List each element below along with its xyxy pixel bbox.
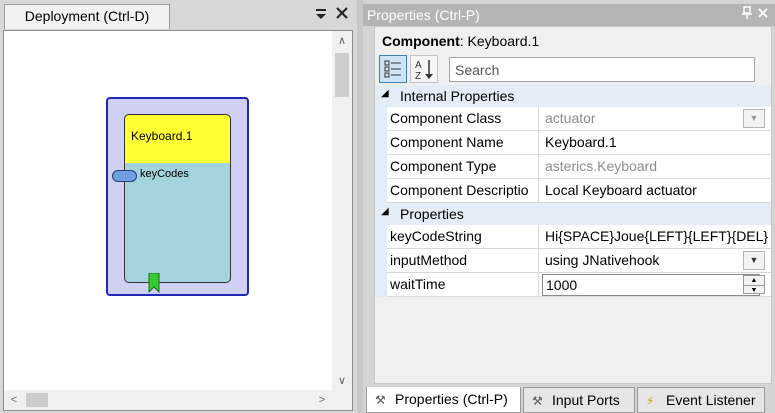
spin-up-icon[interactable]: ▲	[744, 276, 764, 285]
component-body	[124, 163, 231, 283]
collapse-triangle-icon[interactable]: ◢	[381, 206, 389, 217]
pin-icon[interactable]	[739, 6, 755, 24]
section-label: Properties	[400, 206, 464, 222]
component-title: Keyboard.1	[131, 129, 193, 143]
waittime-input[interactable]: 1000	[542, 274, 760, 296]
tab-input-ports[interactable]: ⚒ Input Ports	[523, 387, 635, 413]
vertical-scrollbar[interactable]: ∧ ∨	[332, 31, 352, 391]
property-value[interactable]: Keyboard.1	[542, 131, 771, 155]
tab-deployment[interactable]: Deployment (Ctrl-D)	[4, 4, 170, 29]
dropdown-arrow-icon: ▼	[743, 109, 765, 128]
properties-header: Properties (Ctrl-P)	[363, 4, 775, 26]
numeric-spinner[interactable]: ▲ ▼	[743, 275, 765, 294]
deployment-canvas[interactable]: Keyboard.1 keyCodes	[4, 31, 332, 391]
spin-down-icon[interactable]: ▼	[744, 285, 764, 294]
vertical-scroll-thumb[interactable]	[335, 53, 349, 97]
property-name: keyCodeString	[387, 225, 539, 249]
property-row-component-class[interactable]: Component Class actuator ▼	[387, 107, 771, 131]
deployment-canvas-area: Keyboard.1 keyCodes ∧ ∨ < >	[3, 30, 353, 411]
input-port-keycodes[interactable]	[112, 170, 137, 182]
svg-text:A: A	[415, 60, 422, 71]
property-value[interactable]: using JNativehook	[542, 249, 771, 273]
pin-dropdown-icon[interactable]	[313, 6, 329, 24]
alphabetical-sort-button[interactable]: A Z	[410, 55, 438, 83]
input-ports-tab-icon: ⚒	[532, 394, 543, 408]
component-title-box: Keyboard.1	[124, 114, 231, 164]
event-listener-marker-icon[interactable]	[148, 273, 160, 293]
close-icon[interactable]	[334, 6, 350, 24]
properties-panel: Properties (Ctrl-P) Component: Keyboard.…	[363, 0, 775, 413]
property-name: Component Descriptio	[387, 179, 539, 203]
property-row-component-name[interactable]: Component Name Keyboard.1	[387, 131, 771, 155]
lightning-icon: ⚡	[646, 394, 655, 408]
dropdown-arrow-icon[interactable]: ▼	[743, 251, 765, 270]
scroll-up-icon[interactable]: ∧	[332, 31, 352, 51]
tab-label: Event Listener	[666, 392, 756, 408]
svg-text:Z: Z	[415, 71, 421, 82]
section-label: Internal Properties	[400, 88, 515, 104]
component-heading: Component: Keyboard.1	[382, 33, 539, 49]
deployment-header: Deployment (Ctrl-D)	[0, 0, 357, 30]
tab-label: Input Ports	[552, 392, 620, 408]
horizontal-scrollbar[interactable]: < >	[4, 390, 332, 410]
scroll-corner	[332, 390, 352, 410]
collapse-triangle-icon[interactable]: ◢	[381, 88, 389, 99]
property-value[interactable]: Local Keyboard actuator	[542, 179, 771, 203]
component-keyboard[interactable]: Keyboard.1 keyCodes	[106, 97, 249, 296]
deployment-panel: Deployment (Ctrl-D) Keyboard.1 keyCodes	[0, 0, 357, 413]
section-properties[interactable]: ◢ Properties	[375, 203, 771, 225]
property-row-inputmethod[interactable]: inputMethod using JNativehook ▼	[387, 249, 771, 273]
tab-event-listener[interactable]: ⚡ Event Listener	[637, 387, 765, 413]
search-input[interactable]	[449, 57, 755, 82]
input-port-label: keyCodes	[140, 168, 189, 180]
property-row-waittime[interactable]: waitTime 1000 ▲ ▼	[387, 273, 771, 297]
property-name: Component Class	[387, 107, 539, 131]
scroll-right-icon[interactable]: >	[312, 390, 332, 410]
properties-tab-icon: ⚒	[375, 393, 386, 407]
component-heading-value: : Keyboard.1	[459, 33, 540, 49]
property-row-component-description[interactable]: Component Descriptio Local Keyboard actu…	[387, 179, 771, 203]
scroll-down-icon[interactable]: ∨	[332, 371, 352, 391]
close-icon[interactable]	[755, 6, 771, 24]
tab-properties[interactable]: ⚒ Properties (Ctrl-P)	[366, 387, 521, 413]
property-grid: Component: Keyboard.1 A Z ◢ Internal Pro…	[374, 26, 772, 384]
property-value: asterics.Keyboard	[545, 158, 658, 174]
section-internal-properties[interactable]: ◢ Internal Properties	[375, 85, 771, 107]
property-row-keycodestring[interactable]: keyCodeString Hi{SPACE}Joue{LEFT}{LEFT}{…	[387, 225, 771, 249]
properties-header-title: Properties (Ctrl-P)	[367, 7, 480, 23]
property-value: actuator	[545, 110, 596, 126]
property-row-component-type[interactable]: Component Type asterics.Keyboard	[387, 155, 771, 179]
property-value[interactable]: Hi{SPACE}Joue{LEFT}{LEFT}{DEL}	[542, 225, 771, 249]
categorized-view-button[interactable]	[379, 55, 407, 83]
bottom-tab-strip: ⚒ Properties (Ctrl-P) ⚒ Input Ports ⚡ Event…	[363, 387, 775, 413]
property-name: Component Type	[387, 155, 539, 179]
categorized-icon	[384, 60, 401, 78]
tab-label: Properties (Ctrl-P)	[395, 391, 508, 407]
scroll-left-icon[interactable]: <	[4, 390, 24, 410]
property-name: waitTime	[387, 273, 539, 297]
horizontal-scroll-thumb[interactable]	[26, 393, 48, 407]
sort-az-icon: A Z	[415, 60, 433, 82]
property-name: inputMethod	[387, 249, 539, 273]
property-value-cell[interactable]: 1000	[542, 273, 771, 297]
component-heading-label: Component	[382, 33, 460, 49]
property-name: Component Name	[387, 131, 539, 155]
